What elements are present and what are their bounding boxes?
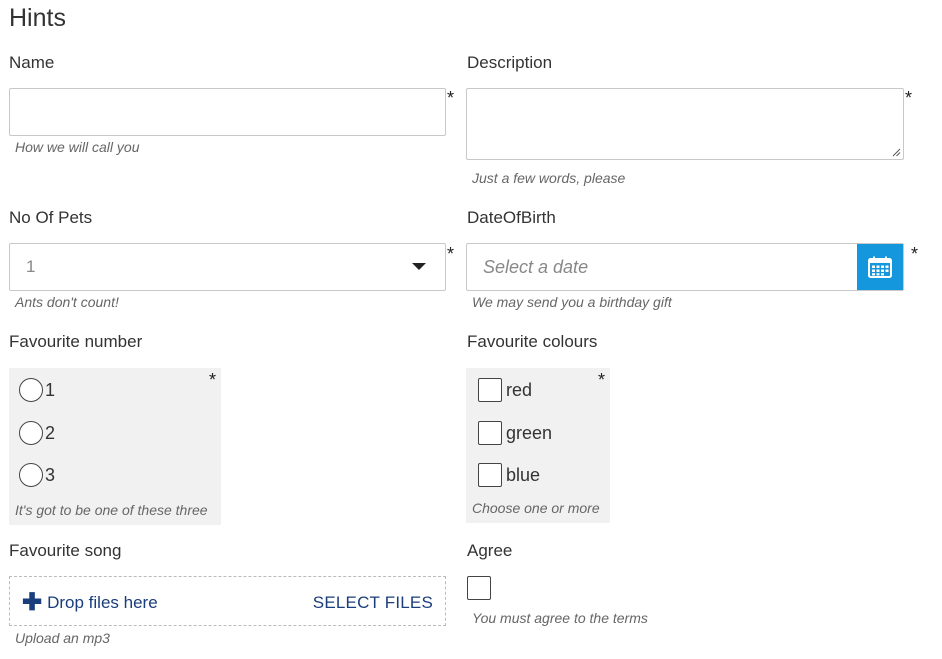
plus-icon: ✚ (22, 589, 43, 616)
pets-label: No Of Pets (9, 208, 93, 227)
fav-colours-label: Favourite colours (467, 332, 598, 351)
dob-datepicker[interactable]: Select a date (466, 243, 904, 291)
checkbox[interactable] (478, 463, 502, 487)
radio-option-label: 2 (45, 422, 56, 443)
radio-option-1[interactable]: 1 (19, 376, 55, 404)
radio-option-3[interactable]: 3 (19, 461, 55, 489)
pets-dropdown[interactable]: 1 (9, 243, 446, 291)
agree-hint: You must agree to the terms (472, 610, 648, 626)
song-label: Favourite song (9, 541, 122, 560)
checkbox-option-blue[interactable]: blue (478, 461, 540, 489)
fav-number-label: Favourite number (9, 332, 143, 351)
radio-button[interactable] (19, 421, 43, 445)
checkbox[interactable] (478, 378, 502, 402)
drop-files-label: Drop files here (47, 593, 158, 612)
radio-button[interactable] (19, 463, 43, 487)
agree-checkbox[interactable] (467, 576, 491, 600)
fav-colours-hint: Choose one or more (472, 500, 600, 516)
fav-number-hint: It's got to be one of these three (15, 502, 208, 518)
fav-number-group: * 1 2 3 It's got to be one of these thre… (9, 368, 221, 525)
chevron-down-icon[interactable] (412, 263, 426, 270)
pets-dropdown-value: 1 (26, 257, 36, 276)
resize-grip-icon[interactable] (892, 148, 901, 157)
name-input[interactable] (9, 88, 446, 136)
checkbox-option-label: green (506, 422, 553, 443)
dob-hint: We may send you a birthday gift (472, 294, 672, 310)
dob-label: DateOfBirth (467, 208, 556, 227)
radio-button[interactable] (19, 378, 43, 402)
description-required-marker: * (905, 88, 913, 108)
description-label: Description (467, 53, 553, 72)
checkbox-option-label: blue (506, 464, 541, 485)
select-files-button[interactable]: SELECT FILES (313, 593, 433, 613)
fav-colours-group: * red green blue Choose one or more (466, 368, 610, 523)
page-title: Hints (9, 4, 66, 32)
radio-option-label: 1 (45, 379, 56, 400)
pets-hint: Ants don't count! (15, 294, 119, 310)
radio-option-2[interactable]: 2 (19, 419, 55, 447)
name-label: Name (9, 53, 55, 72)
fav-colours-required-marker: * (598, 370, 606, 390)
checkbox-option-red[interactable]: red (478, 376, 532, 404)
drop-files-area[interactable]: ✚ Drop files here (22, 589, 158, 616)
dob-required-marker: * (911, 244, 919, 264)
description-hint: Just a few words, please (472, 170, 626, 186)
fav-number-required-marker: * (209, 370, 217, 390)
checkbox-option-green[interactable]: green (478, 419, 552, 447)
description-textarea[interactable] (466, 88, 904, 160)
name-required-marker: * (447, 88, 455, 108)
song-hint: Upload an mp3 (15, 630, 110, 646)
agree-label: Agree (467, 541, 513, 560)
dob-input-placeholder: Select a date (483, 257, 589, 277)
checkbox[interactable] (478, 421, 502, 445)
song-upload-dropzone[interactable]: ✚ Drop files here SELECT FILES (9, 576, 446, 626)
checkbox-option-label: red (506, 379, 533, 400)
pets-required-marker: * (447, 244, 455, 264)
calendar-button[interactable] (857, 244, 903, 290)
name-hint: How we will call you (15, 139, 140, 155)
calendar-icon (868, 256, 892, 278)
radio-option-label: 3 (45, 464, 56, 485)
